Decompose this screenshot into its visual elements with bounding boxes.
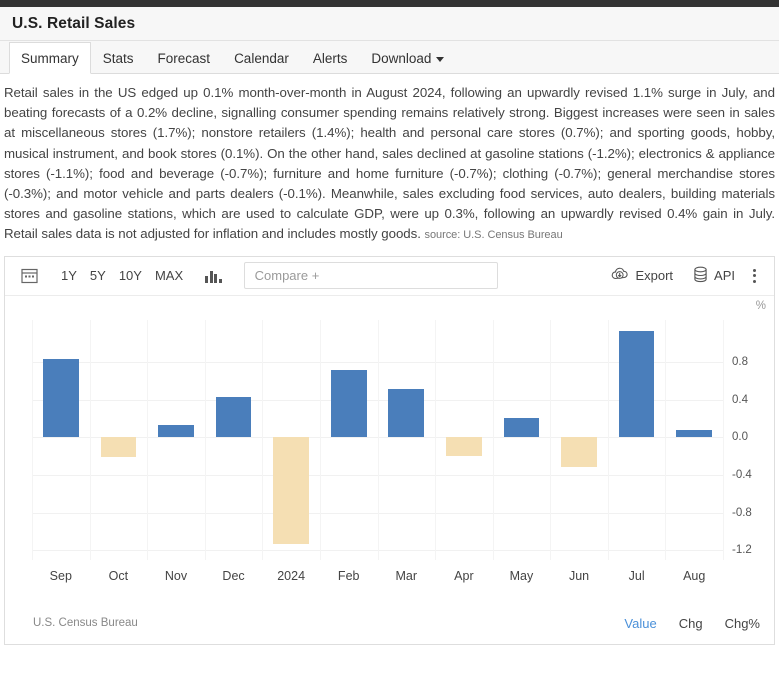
x-axis-tick-label: Mar (395, 568, 418, 583)
chart-footer: U.S. Census Bureau Value Chg Chg% (5, 601, 774, 644)
x-axis-tick-label: Jun (568, 568, 590, 583)
chart-panel: 1Y 5Y 10Y MAX Compare + Export API % 0.8… (4, 255, 775, 645)
tab-forecast[interactable]: Forecast (146, 42, 223, 74)
x-axis-tick-label: Sep (49, 568, 72, 583)
page-title: U.S. Retail Sales (12, 14, 136, 32)
export-button[interactable]: Export (601, 266, 683, 285)
y-axis-tick-label: 0.8 (732, 355, 748, 368)
calendar-icon[interactable] (15, 262, 43, 290)
tab-label: Alerts (312, 51, 348, 66)
gridline-vertical (204, 319, 206, 560)
summary-text: Retail sales in the US edged up 0.1% mon… (0, 74, 779, 250)
y-axis-tick-label: 0.0 (732, 431, 748, 444)
bar-nov[interactable] (158, 425, 194, 438)
chevron-down-icon (436, 57, 445, 62)
y-axis-tick-label: -0.4 (732, 468, 752, 481)
api-label: API (714, 268, 735, 284)
x-axis-tick-label: May (509, 568, 534, 583)
bar-aug[interactable] (676, 429, 713, 438)
x-axis-tick-label: Aug (683, 568, 706, 583)
toggle-value[interactable]: Value (624, 616, 656, 631)
export-label: Export (635, 268, 674, 284)
bar-jul[interactable] (618, 330, 655, 438)
bar-sep[interactable] (42, 359, 79, 438)
gridline-vertical (492, 319, 494, 560)
title-bar: U.S. Retail Sales (0, 7, 779, 41)
x-axis-tick-label: Dec (222, 568, 245, 583)
range-button-1y[interactable]: 1Y (61, 268, 77, 283)
tab-bar: Summary Stats Forecast Calendar Alerts Downlo… (0, 41, 779, 74)
tab-label: Forecast (157, 51, 211, 66)
bar-2024[interactable] (273, 437, 309, 544)
tab-label: Summary (21, 50, 79, 66)
range-button-max[interactable]: MAX (155, 268, 183, 283)
y-axis-tick-label: 0.4 (732, 393, 748, 406)
x-axis-tick-label: Jul (628, 568, 645, 583)
gridline-vertical (32, 319, 33, 560)
y-axis-unit: % (755, 299, 766, 312)
x-axis-tick-label: Oct (108, 568, 129, 583)
tab-label: Download (371, 51, 432, 66)
gridline-vertical (665, 319, 667, 560)
bar-chart[interactable]: 0.8 0.4 0.0 -0.4 -0.8 -1.2 Sep Oct Nov Dec 2024 Feb… (32, 319, 752, 583)
tab-alerts[interactable]: Alerts (301, 42, 360, 74)
x-axis-tick-label: Feb (337, 568, 360, 583)
gridline-vertical (319, 319, 321, 560)
compare-input[interactable]: Compare + (243, 262, 498, 290)
bar-apr[interactable] (446, 437, 482, 457)
y-axis-tick-label: -1.2 (732, 544, 752, 557)
x-axis-tick-label: 2024 (277, 568, 306, 583)
bar-dec[interactable] (215, 396, 252, 438)
plot-area: % 0.8 0.4 0.0 -0.4 -0.8 -1.2 Sep Oct Nov Dec 2024 F… (5, 296, 774, 602)
toggle-chg[interactable]: Chg (679, 616, 703, 631)
bar-oct[interactable] (100, 437, 137, 458)
bar-chart-icon[interactable] (205, 269, 222, 283)
bar-may[interactable] (503, 418, 540, 438)
range-button-10y[interactable]: 10Y (119, 268, 142, 283)
cloud-download-icon (611, 266, 629, 285)
compare-placeholder: Compare + (254, 268, 320, 284)
gridline-vertical (550, 319, 552, 560)
gridline-vertical (89, 319, 91, 560)
x-axis-tick-label: Apr (454, 568, 474, 583)
gridline-vertical (435, 319, 437, 560)
bar-mar[interactable] (388, 389, 425, 438)
bar-jun[interactable] (561, 437, 597, 468)
range-selector: 1Y 5Y 10Y MAX (61, 268, 183, 283)
database-icon (693, 266, 708, 286)
y-axis-tick-label: -0.8 (732, 506, 752, 519)
tab-stats[interactable]: Stats (91, 42, 146, 74)
summary-body: Retail sales in the US edged up 0.1% mon… (4, 85, 775, 242)
toggle-chg-pct[interactable]: Chg% (725, 616, 760, 631)
chart-toolbar: 1Y 5Y 10Y MAX Compare + Export API (5, 257, 774, 296)
gridline-vertical (147, 319, 149, 560)
tab-summary[interactable]: Summary (9, 42, 91, 74)
api-button[interactable]: API (683, 266, 745, 286)
gridline-vertical (607, 319, 609, 560)
tab-label: Calendar (234, 51, 289, 66)
gridline-vertical (262, 319, 264, 560)
tab-calendar[interactable]: Calendar (222, 42, 301, 74)
gridline-vertical (723, 319, 724, 560)
tab-label: Stats (102, 51, 134, 66)
range-button-5y[interactable]: 5Y (90, 268, 106, 283)
summary-source: source: U.S. Census Bureau (424, 229, 563, 242)
toolbar-actions: Export API (601, 266, 766, 286)
tab-download[interactable]: Download (359, 42, 456, 74)
chart-value-toggles: Value Chg Chg% (624, 616, 760, 631)
top-decoration-bar (0, 0, 779, 7)
x-axis-tick-label: Nov (164, 568, 188, 583)
bar-feb[interactable] (330, 370, 367, 438)
kebab-menu-icon[interactable] (745, 268, 766, 283)
chart-source-label: U.S. Census Bureau (33, 617, 138, 630)
gridline-vertical (377, 319, 379, 560)
